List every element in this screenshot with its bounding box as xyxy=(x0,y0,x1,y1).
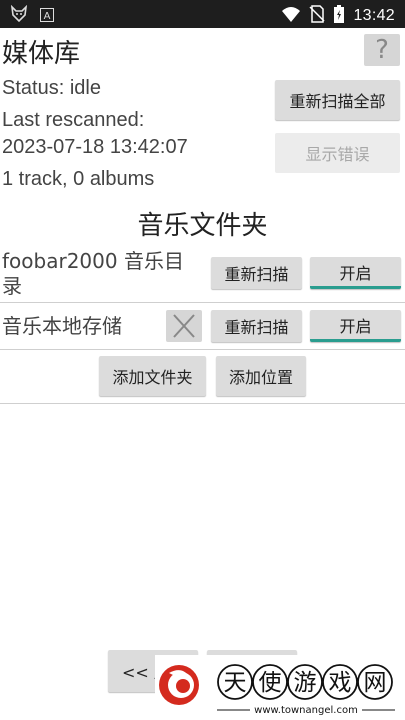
svg-text:www.townangel.com: www.townangel.com xyxy=(254,705,358,716)
svg-text:A: A xyxy=(44,11,51,22)
show-errors-button[interactable]: 显示错误 xyxy=(275,133,400,173)
help-button[interactable]: ? xyxy=(364,34,400,66)
status-text: Status: idle xyxy=(2,77,101,99)
remove-folder-button[interactable] xyxy=(166,310,202,342)
divider xyxy=(0,349,405,350)
library-counts: 1 track, 0 albums xyxy=(2,168,155,190)
status-bar: A 13:42 xyxy=(0,0,405,28)
wifi-icon xyxy=(281,5,301,27)
folder-enable-toggle[interactable]: 开启 xyxy=(310,310,401,342)
music-folders-heading: 音乐文件夹 xyxy=(137,211,268,241)
townangel-logo-icon: 天 使 游 戏 网 www.townangel.com xyxy=(159,664,395,716)
svg-text:使: 使 xyxy=(259,670,282,696)
divider xyxy=(0,403,405,404)
fox-app-icon xyxy=(10,4,28,27)
last-rescanned-value: 2023-07-18 13:42:07 xyxy=(2,136,188,158)
folder-rescan-button[interactable]: 重新扫描 xyxy=(211,257,302,289)
status-bar-right: 13:42 xyxy=(281,4,395,28)
status-bar-left: A xyxy=(10,4,54,27)
folder-name-line2: 录 xyxy=(2,274,22,298)
page-title: 媒体库 xyxy=(2,39,81,69)
folder-rescan-button[interactable]: 重新扫描 xyxy=(211,310,302,342)
folder-name: 音乐本地存储 xyxy=(2,314,122,338)
svg-text:戏: 戏 xyxy=(329,670,352,696)
watermark-logo: 天 使 游 戏 网 www.townangel.com xyxy=(155,655,405,720)
rescan-all-button[interactable]: 重新扫描全部 xyxy=(275,80,400,120)
text-a-icon: A xyxy=(40,7,54,26)
add-folder-button[interactable]: 添加文件夹 xyxy=(99,356,206,396)
no-sim-icon xyxy=(309,5,325,27)
clock: 13:42 xyxy=(353,7,395,24)
divider xyxy=(0,302,405,303)
folder-name-line1: foobar2000 音乐目 xyxy=(2,249,184,273)
battery-charging-icon xyxy=(333,4,345,28)
last-rescanned-label: Last rescanned: xyxy=(2,109,145,131)
svg-text:游: 游 xyxy=(294,670,317,696)
folder-enable-toggle[interactable]: 开启 xyxy=(310,257,401,289)
svg-text:网: 网 xyxy=(364,670,387,696)
help-icon: ? xyxy=(375,35,389,65)
close-icon xyxy=(173,314,195,338)
svg-text:天: 天 xyxy=(224,670,247,696)
add-location-button[interactable]: 添加位置 xyxy=(216,356,306,396)
